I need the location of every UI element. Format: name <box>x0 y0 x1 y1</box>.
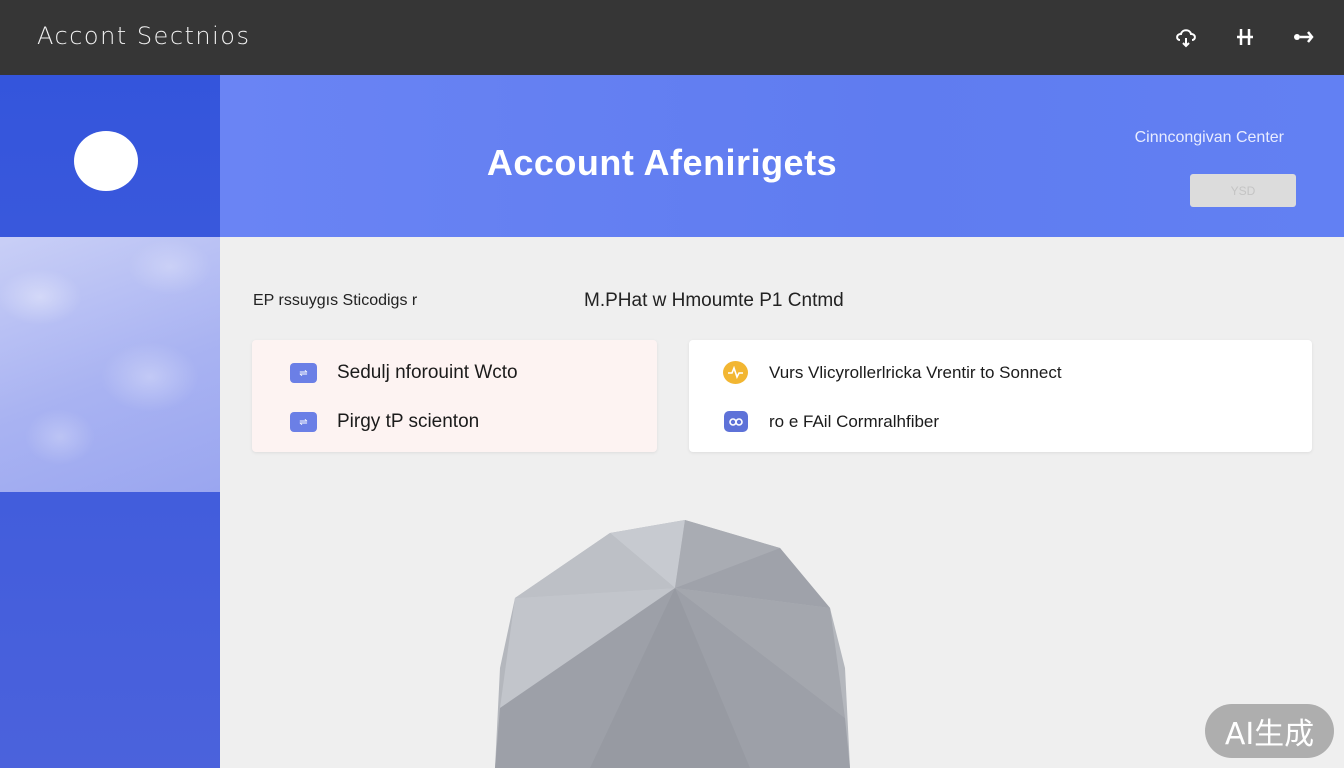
page-title: Account Afenirigets <box>486 142 838 183</box>
list-item-label: Vurs Vlicyrollerlricka Vrentir to Sonnec… <box>769 362 1062 382</box>
center-link[interactable]: Cinncongivan Center <box>1135 129 1284 147</box>
topbar-actions <box>1174 24 1316 50</box>
list-item-label: ro e FAil Cormralhfiber <box>769 411 940 431</box>
left-settings-card: ⇌ Sedulj nforouint Wcto ⇌ Pirgy tP scien… <box>252 340 657 452</box>
top-bar: Accont Sectnios <box>0 0 1344 75</box>
toggle-icon: ⇌ <box>290 412 317 433</box>
avatar[interactable] <box>74 131 138 191</box>
sidebar <box>0 75 220 768</box>
share-icon[interactable] <box>1290 24 1316 50</box>
window-title: Accont Sectnios <box>37 22 251 50</box>
hero-banner: Account Afenirigets Cinncongivan Center … <box>220 75 1344 237</box>
list-item[interactable]: Vurs Vlicyrollerlricka Vrentir to Sonnec… <box>722 361 1062 384</box>
pulse-icon <box>722 361 749 384</box>
toggle-icon: ⇌ <box>290 363 317 384</box>
cloud-settings-icon[interactable] <box>1174 24 1200 50</box>
list-item[interactable]: ⇌ Sedulj nforouint Wcto <box>290 362 518 384</box>
link-icon <box>722 411 749 432</box>
left-section-label: EP rssuygıs Sticodigs r <box>253 292 418 309</box>
ai-generated-watermark: AI生成 <box>1205 704 1334 758</box>
right-settings-card: Vurs Vlicyrollerlricka Vrentir to Sonnec… <box>689 340 1312 452</box>
right-section-label: M.PHat w Hmoumte P1 Cntmd <box>584 290 844 311</box>
list-item-label: Sedulj nforouint Wcto <box>337 362 518 383</box>
list-item[interactable]: ⇌ Pirgy tP scienton <box>290 411 479 433</box>
list-item-label: Pirgy tP scienton <box>337 411 480 432</box>
hero-button[interactable]: YSD <box>1190 174 1296 207</box>
tools-icon[interactable] <box>1232 24 1258 50</box>
decorative-gem-illustration <box>495 520 850 768</box>
list-item[interactable]: ro e FAil Cormralhfiber <box>722 411 939 432</box>
sidebar-decorative-panel <box>0 237 220 492</box>
